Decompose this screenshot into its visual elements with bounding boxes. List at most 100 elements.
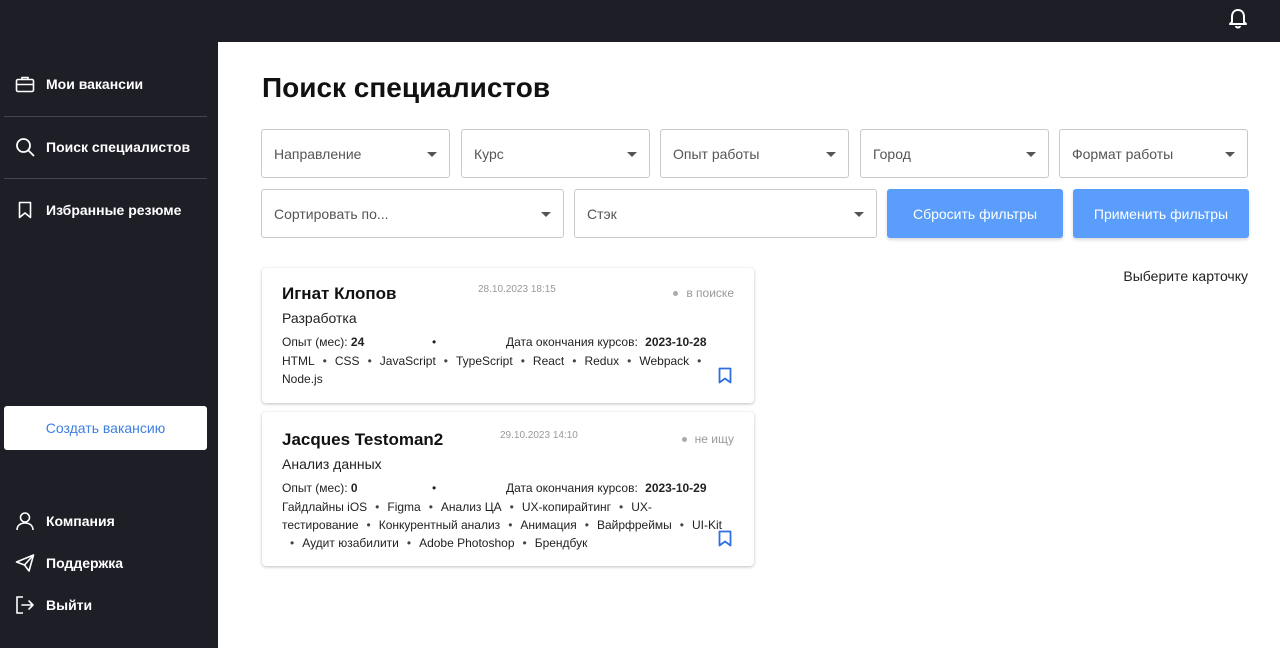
skill-tag: Redux xyxy=(584,354,620,368)
experience-info: Опыт (мес): 24 xyxy=(282,335,364,349)
tag-separator: • xyxy=(522,536,527,550)
candidate-specialty: Разработка xyxy=(282,310,357,326)
skill-tag: UX-копирайтинг xyxy=(521,500,612,514)
chevron-down-icon xyxy=(1225,152,1235,157)
sidebar-item-support[interactable]: Поддержка xyxy=(14,543,207,583)
briefcase-icon xyxy=(14,73,36,95)
meta-separator: • xyxy=(432,335,437,349)
tag-separator: • xyxy=(679,518,684,532)
chevron-down-icon xyxy=(826,152,836,157)
skill-tag: Node.js xyxy=(282,372,323,386)
select-card-hint: Выберите карточку xyxy=(1123,268,1248,284)
sidebar-item-label: Избранные резюме xyxy=(46,202,182,218)
user-icon xyxy=(14,510,36,532)
skill-tag: Figma xyxy=(387,500,421,514)
send-icon xyxy=(14,552,36,574)
work-format-select[interactable]: Формат работы xyxy=(1059,129,1248,178)
experience-select[interactable]: Опыт работы xyxy=(660,129,849,178)
tag-separator: • xyxy=(508,518,513,532)
skill-tag: Webpack xyxy=(639,354,690,368)
work-format-select-placeholder: Формат работы xyxy=(1072,145,1174,162)
skill-tag: Аудит юзабилити xyxy=(302,536,399,550)
tag-separator: • xyxy=(366,518,371,532)
skill-tag: HTML xyxy=(282,354,315,368)
sidebar-item-label: Поддержка xyxy=(46,555,124,571)
candidate-status: не ищу xyxy=(681,432,734,446)
page-title: Поиск специалистов xyxy=(262,72,551,103)
chevron-down-icon xyxy=(627,152,637,157)
experience-label: Опыт (мес): xyxy=(282,481,348,495)
stack-select[interactable]: Стэк xyxy=(574,189,877,238)
course-end-value: 2023-10-28 xyxy=(645,335,707,349)
candidate-card[interactable]: Jacques Testoman2 29.10.2023 14:10 не ищ… xyxy=(262,412,754,566)
chevron-down-icon xyxy=(427,152,437,157)
reset-filters-button[interactable]: Сбросить фильтры xyxy=(887,189,1063,238)
stack-select-placeholder: Стэк xyxy=(587,205,617,222)
search-icon xyxy=(14,136,36,158)
create-vacancy-button[interactable]: Создать вакансию xyxy=(4,406,207,450)
course-select[interactable]: Курс xyxy=(461,129,650,178)
tag-separator: • xyxy=(697,354,702,368)
tag-separator: • xyxy=(584,518,589,532)
sidebar-item-search-specialists[interactable]: Поиск специалистов xyxy=(14,127,207,167)
city-select[interactable]: Город xyxy=(860,129,1049,178)
tag-separator: • xyxy=(406,536,412,550)
course-end-info: Дата окончания курсов: 2023-10-28 xyxy=(506,335,707,349)
skills-list: HTML • CSS • JavaScript • TypeScript • React • Red… xyxy=(282,352,722,388)
sidebar-divider xyxy=(4,116,207,117)
skill-tag: Анимация xyxy=(520,518,577,532)
skill-tag: Анализ ЦА xyxy=(440,500,502,514)
skill-tag: Конкурентный анализ xyxy=(378,518,501,532)
skill-tag: CSS xyxy=(334,354,360,368)
candidate-card[interactable]: Игнат Клопов 28.10.2023 18:15 в поиске Р… xyxy=(262,268,754,403)
apply-filters-button[interactable]: Применить фильтры xyxy=(1073,189,1249,238)
candidate-date: 28.10.2023 18:15 xyxy=(478,284,556,295)
experience-value: 0 xyxy=(350,481,358,495)
tag-separator: • xyxy=(322,354,327,368)
candidate-name: Игнат Клопов xyxy=(282,284,397,303)
candidate-status-label: в поиске xyxy=(686,286,734,300)
direction-select[interactable]: Направление xyxy=(261,129,450,178)
candidate-name: Jacques Testoman2 xyxy=(282,430,444,449)
skill-tag: Вайрфреймы xyxy=(596,518,672,532)
sort-select[interactable]: Сортировать по... xyxy=(261,189,564,238)
sidebar-item-logout[interactable]: Выйти xyxy=(14,585,207,625)
chevron-down-icon xyxy=(541,212,551,217)
skill-tag: Гайдлайны iOS xyxy=(282,500,368,514)
sidebar-item-company[interactable]: Компания xyxy=(14,501,207,541)
meta-separator: • xyxy=(432,481,437,495)
status-dot xyxy=(681,436,687,442)
experience-info: Опыт (мес): 0 xyxy=(282,481,358,495)
city-select-placeholder: Город xyxy=(873,145,911,162)
candidate-specialty: Анализ данных xyxy=(282,456,382,472)
skill-tag: Adobe Photoshop xyxy=(419,536,515,550)
tag-separator: • xyxy=(619,500,624,514)
chevron-down-icon xyxy=(854,212,864,217)
experience-label: Опыт (мес): xyxy=(282,335,348,349)
candidate-date: 29.10.2023 14:10 xyxy=(500,430,578,441)
sort-select-placeholder: Сортировать по... xyxy=(274,205,389,222)
sidebar-item-my-vacancies[interactable]: Мои вакансии xyxy=(14,64,207,104)
bookmark-icon[interactable] xyxy=(718,530,732,547)
skills-list: Гайдлайны iOS • Figma • Анализ ЦА • UX-копирай… xyxy=(282,498,722,552)
tag-separator: • xyxy=(520,354,525,368)
skill-tag: TypeScript xyxy=(456,354,513,368)
tag-separator: • xyxy=(290,536,295,550)
sidebar-item-label: Поиск специалистов xyxy=(46,139,191,155)
tag-separator: • xyxy=(627,354,632,368)
tag-separator: • xyxy=(428,500,433,514)
sidebar-item-label: Выйти xyxy=(46,597,93,613)
sidebar-item-label: Компания xyxy=(46,513,115,529)
sidebar: Мои вакансии Поиск специалистов Избранны… xyxy=(0,42,218,648)
top-bar xyxy=(0,0,1280,42)
experience-value: 24 xyxy=(350,335,365,349)
tag-separator: • xyxy=(509,500,514,514)
status-dot xyxy=(673,290,679,296)
bookmark-icon[interactable] xyxy=(718,367,732,384)
bell-icon[interactable] xyxy=(1228,8,1248,30)
course-end-label: Дата окончания курсов: xyxy=(506,335,638,349)
direction-select-placeholder: Направление xyxy=(274,145,362,162)
sidebar-item-favorite-resumes[interactable]: Избранные резюме xyxy=(14,190,207,230)
logout-icon xyxy=(14,594,36,616)
bookmark-icon xyxy=(14,199,36,221)
